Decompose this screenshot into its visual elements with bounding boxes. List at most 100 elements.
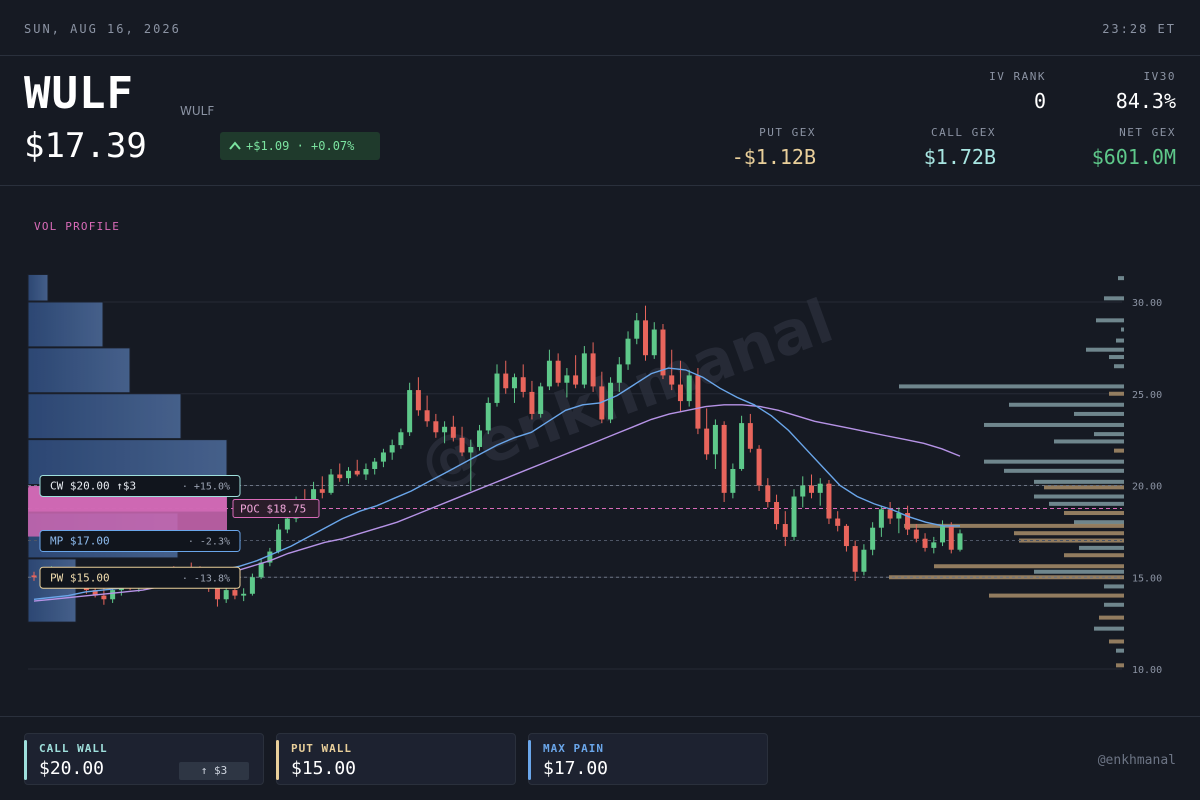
max-pain-card[interactable]: MAX PAIN $17.00	[528, 733, 768, 785]
candle-body	[625, 338, 631, 365]
candle-body	[564, 375, 570, 383]
candle-body	[468, 446, 474, 453]
put-gex-bar	[1116, 663, 1124, 668]
time-label: 23:28 ET	[1102, 22, 1176, 36]
candle-body	[249, 577, 255, 594]
call-gex-bar	[1116, 338, 1124, 343]
vp-bin	[27, 393, 182, 440]
top-bar: SUN, AUG 16, 2026 23:28 ET	[0, 0, 1200, 56]
put-gex-value: -$1.12B	[731, 145, 816, 169]
candle-body	[922, 538, 928, 548]
candle-body	[424, 410, 430, 422]
call-gex-bar	[1121, 327, 1124, 332]
author-handle: @enkhmanal	[1097, 753, 1176, 768]
candle-body	[477, 430, 483, 447]
candle-body	[826, 483, 832, 519]
change-value: +$1.09 · +0.07%	[246, 139, 355, 153]
vp-bin	[27, 347, 131, 394]
y-tick-label: 25.00	[1132, 390, 1162, 401]
candle-body	[590, 353, 596, 387]
candle-body	[843, 525, 849, 547]
candle-body	[581, 353, 587, 385]
candle-body	[669, 375, 675, 385]
put-gex-bar	[1064, 511, 1124, 516]
net-gex-value: $601.0M	[1091, 145, 1176, 169]
call-gex-bar	[1109, 355, 1124, 360]
call-wall-value: $20.00	[39, 758, 105, 779]
chart-svg[interactable]: @enkhmanal 30.00 25.00 20.00 15.00 10.00 CW …	[0, 186, 1200, 716]
net-gex-label: NET GEX	[1119, 126, 1176, 139]
put-gex-bar	[1099, 615, 1124, 620]
candle-body	[442, 426, 448, 433]
candle-body	[31, 575, 37, 578]
put-gex-bar	[1109, 391, 1124, 396]
call-gex-bar	[899, 384, 1124, 389]
candle-body	[328, 474, 334, 493]
iv30-value: 84.3%	[1115, 89, 1176, 113]
candle-body	[686, 375, 692, 402]
call-gex-bar	[1114, 364, 1124, 369]
candle-body	[372, 461, 378, 469]
candle-body	[214, 588, 220, 600]
candle-body	[957, 533, 963, 550]
max-pain-tag-pct: · -2.3%	[188, 537, 230, 548]
call-gex-bar	[1009, 402, 1124, 407]
call-gex-bar	[984, 422, 1124, 427]
iv-rank-value: 0	[1033, 89, 1046, 113]
iv-rank-stat: IV RANK 0	[989, 70, 1046, 113]
candle-body	[511, 377, 517, 389]
candle-body	[503, 373, 509, 389]
candle-body	[739, 423, 745, 469]
call-gex-bar	[1104, 602, 1124, 607]
call-gex-value: $1.72B	[923, 145, 996, 169]
put-gex-bar	[1064, 553, 1124, 558]
candle-body	[940, 525, 946, 543]
candle-body	[634, 320, 640, 339]
candle-body	[223, 590, 229, 600]
call-gex-bar	[1054, 439, 1124, 444]
candle-body	[538, 386, 544, 414]
max-pain-tag-text: MP $17.00	[50, 535, 110, 548]
watermark: @enkhmanal	[411, 286, 842, 500]
call-gex-bar	[1118, 276, 1124, 281]
candle-body	[695, 375, 701, 429]
call-gex-bar	[1086, 347, 1124, 352]
poc-tag-text: POC $18.75	[240, 502, 306, 515]
price-chart[interactable]: @enkhmanal 30.00 25.00 20.00 15.00 10.00 CW …	[0, 186, 1200, 716]
candle-body	[677, 384, 683, 402]
y-axis: 30.00 25.00 20.00 15.00 10.00	[1132, 298, 1162, 676]
candle-body	[721, 424, 727, 493]
quote-header: WULF WULF $17.39 +$1.09 · +0.07% IV RANK…	[0, 56, 1200, 186]
candle-body	[774, 502, 780, 525]
candle-body	[835, 518, 841, 526]
put-wall-accent	[276, 740, 279, 780]
candle-body	[433, 421, 439, 433]
gex-bars	[889, 276, 1124, 668]
call-gex-bar	[1074, 520, 1124, 525]
max-pain-label: MAX PAIN	[543, 742, 604, 755]
call-gex-bar	[1104, 584, 1124, 589]
put-gex-stat: PUT GEX -$1.12B	[732, 126, 816, 169]
candle-body	[345, 470, 351, 479]
call-gex-bar	[1074, 411, 1124, 416]
call-wall-card[interactable]: CALL WALL $20.00 ↑ $3	[24, 733, 264, 785]
candle-body	[643, 320, 649, 356]
candle-body	[948, 525, 954, 550]
ticker-symbol: WULF	[24, 68, 134, 119]
put-gex-bar	[1109, 639, 1124, 644]
call-gex-label: CALL GEX	[931, 126, 996, 139]
candle-body	[712, 424, 718, 455]
candle-body	[485, 402, 491, 431]
call-wall-tag-pct: · +15.0%	[182, 482, 230, 493]
call-wall-label: CALL WALL	[39, 742, 108, 755]
candle-body	[258, 562, 264, 578]
candle-body	[651, 329, 657, 356]
candle-body	[782, 524, 788, 537]
vp-bin	[27, 273, 49, 302]
iv30-label: IV30	[1143, 70, 1176, 83]
call-gex-bar	[1094, 432, 1124, 437]
call-gex-bar	[1094, 626, 1124, 631]
candle-body	[354, 470, 360, 475]
put-wall-card[interactable]: PUT WALL $15.00	[276, 733, 516, 785]
candle-body	[110, 590, 116, 600]
